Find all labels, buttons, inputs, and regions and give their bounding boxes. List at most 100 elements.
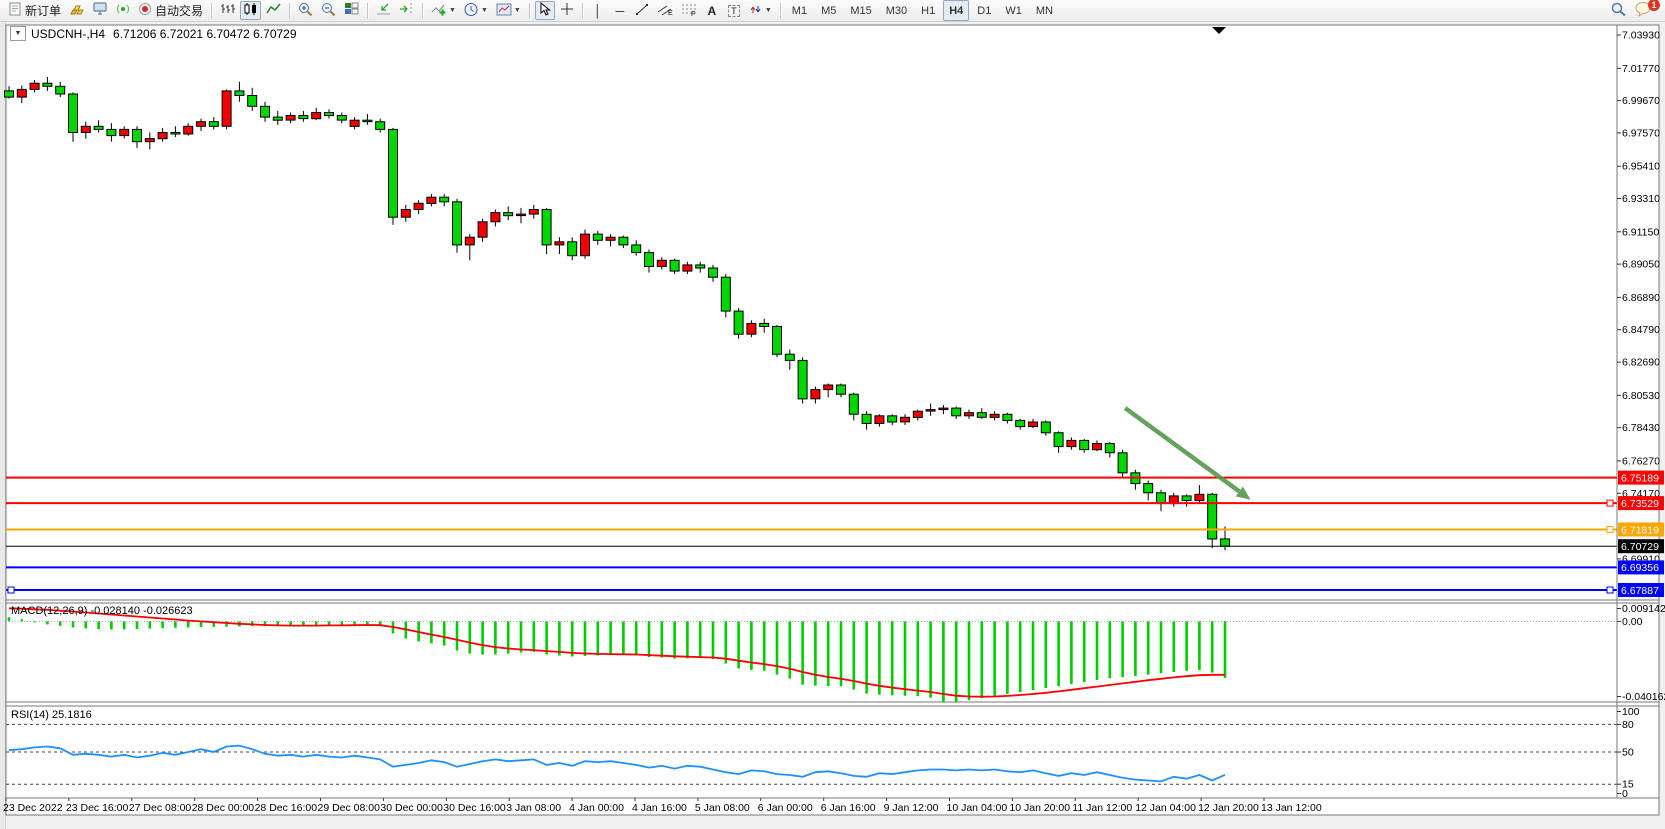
zoom-in-button[interactable] <box>295 1 316 20</box>
zoom-out-button[interactable] <box>318 1 339 20</box>
candle-body <box>350 120 359 126</box>
candle-body <box>619 237 628 245</box>
hline-handle[interactable] <box>1607 500 1613 506</box>
candlestick-chart-button[interactable] <box>240 1 261 20</box>
periods-button[interactable]: ▼ <box>461 1 491 20</box>
arrows-tool-button[interactable]: ▼ <box>746 1 775 20</box>
hline-handle[interactable] <box>1607 527 1613 533</box>
timeframe-MN[interactable]: MN <box>1030 0 1059 21</box>
candle-body <box>1208 494 1217 539</box>
timeframe-W1[interactable]: W1 <box>999 0 1028 21</box>
candlestick-chart-icon <box>243 2 258 19</box>
candle-body <box>69 94 78 133</box>
svg-text:F: F <box>691 11 695 16</box>
candle-body <box>734 311 743 334</box>
price-axis[interactable] <box>1618 25 1658 798</box>
candle-body <box>286 116 295 121</box>
candle-body <box>1157 493 1166 504</box>
candle-body <box>209 122 218 127</box>
bar-chart-icon <box>220 2 235 19</box>
fibonacci-icon: F <box>681 3 697 19</box>
hline-handle[interactable] <box>1607 587 1613 593</box>
timeframe-M30[interactable]: M30 <box>880 0 913 21</box>
candle-body <box>568 242 577 256</box>
candle-body <box>1029 422 1038 427</box>
candle-body <box>30 83 39 89</box>
notification-badge: 1 <box>1648 0 1660 11</box>
candle-body <box>645 253 654 267</box>
vertical-line-tool-button[interactable]: │ <box>588 1 608 20</box>
candle-body <box>581 234 590 256</box>
timeframe-H1[interactable]: H1 <box>915 0 941 21</box>
line-chart-button[interactable] <box>263 1 284 20</box>
new-order-button[interactable]: 新订单 <box>5 1 64 20</box>
candle-body <box>901 417 910 422</box>
candle-body <box>299 116 308 119</box>
hline-handle[interactable] <box>8 587 14 593</box>
auto-trading-button[interactable]: 自动交易 <box>135 1 206 20</box>
candle-body <box>683 265 692 271</box>
candle-body <box>107 129 116 135</box>
text-label-tool-button[interactable]: T <box>724 1 744 20</box>
symbol-dropdown[interactable]: ▼ <box>10 26 26 41</box>
candle-body <box>184 126 193 134</box>
time-axis[interactable] <box>6 799 1617 814</box>
candle-body <box>849 394 858 414</box>
chart-title: USDCNH-,H4 <box>31 27 105 41</box>
timeframe-M15[interactable]: M15 <box>844 0 877 21</box>
timeframe-D1[interactable]: D1 <box>971 0 997 21</box>
candle-body <box>145 139 154 142</box>
candle-body <box>542 210 551 245</box>
timeframe-M5[interactable]: M5 <box>815 0 842 21</box>
candle-body <box>363 120 372 122</box>
tile-windows-button[interactable] <box>341 1 362 20</box>
candle-body <box>913 411 922 417</box>
trendline-tool-button[interactable] <box>632 1 652 20</box>
channel-tool-button[interactable]: E <box>654 1 676 20</box>
candle-body <box>376 122 385 130</box>
gold-button[interactable] <box>66 1 88 20</box>
signals-button[interactable] <box>113 1 133 20</box>
cursor-button[interactable] <box>535 1 555 20</box>
search-button[interactable] <box>1607 1 1630 20</box>
candle-body <box>811 390 820 399</box>
candle-body <box>337 116 346 121</box>
toolbar-separator <box>289 3 290 19</box>
notifications-button[interactable]: 1 <box>1632 1 1656 20</box>
candle-body <box>952 408 961 416</box>
expert-advisor-button[interactable] <box>90 1 111 20</box>
macd-indicator-label: MACD(12,26,9) -0.028140 -0.026623 <box>11 605 193 617</box>
fibonacci-tool-button[interactable]: F <box>678 1 700 20</box>
text-tool-button[interactable]: A <box>702 1 722 20</box>
timeframe-H4[interactable]: H4 <box>943 0 969 21</box>
chart-canvas[interactable]: 7.039307.017706.996706.975706.954106.933… <box>0 22 1665 829</box>
candle-body <box>133 129 142 141</box>
candle-body <box>1144 484 1153 493</box>
trendline-icon <box>635 3 649 19</box>
candle-body <box>1195 494 1204 500</box>
candle-body <box>478 222 487 237</box>
indicators-button[interactable]: ▼ <box>428 1 459 20</box>
candle-body <box>593 234 602 240</box>
auto-scroll-icon <box>376 2 391 19</box>
horizontal-line-tool-button[interactable]: ─ <box>610 1 630 20</box>
candle-body <box>747 323 756 334</box>
candle-body <box>197 122 206 127</box>
candle-body <box>325 113 334 116</box>
templates-button[interactable]: ▼ <box>493 1 524 20</box>
chart-shift-button[interactable] <box>396 1 417 20</box>
chart-shift-icon <box>399 2 414 19</box>
crosshair-button[interactable] <box>557 1 577 20</box>
candle-body <box>56 86 65 94</box>
auto-scroll-button[interactable] <box>373 1 394 20</box>
candle-body <box>837 385 846 394</box>
candle-body <box>453 202 462 245</box>
candle-body <box>235 91 244 96</box>
computer-icon <box>93 2 108 19</box>
candle-body <box>875 416 884 424</box>
timeframe-M1[interactable]: M1 <box>786 0 813 21</box>
bar-chart-button[interactable] <box>217 1 238 20</box>
signal-icon <box>116 2 130 19</box>
candle-body <box>1054 433 1063 447</box>
candle-body <box>5 91 14 97</box>
